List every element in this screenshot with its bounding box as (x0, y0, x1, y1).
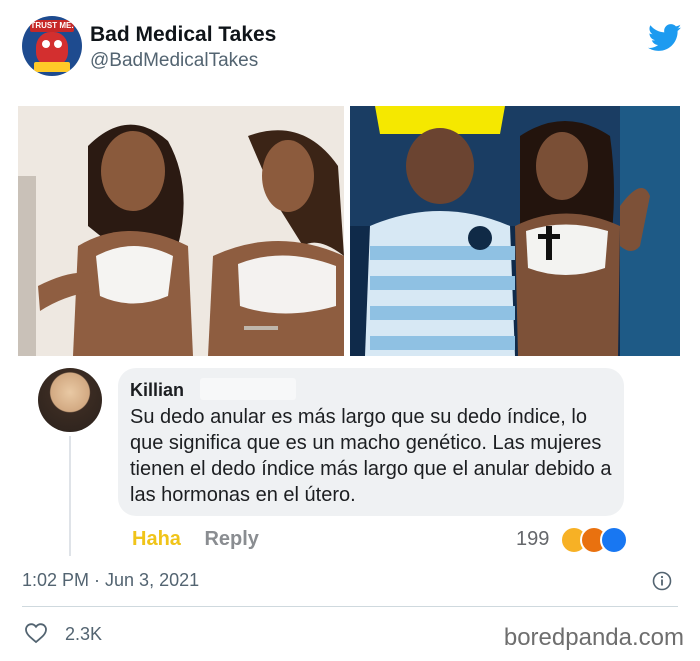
author-block: Bad Medical Takes @BadMedicalTakes (90, 22, 276, 74)
info-icon[interactable] (652, 571, 672, 591)
avatar-face (36, 32, 68, 66)
like-count: 2.3K (65, 624, 103, 644)
author-avatar[interactable]: TRUST ME. (22, 16, 82, 76)
tweet-timestamp[interactable]: 1:02 PM · Jun 3, 2021 (22, 570, 199, 591)
heart-icon (25, 623, 47, 644)
thread-line (69, 436, 71, 556)
haha-action[interactable]: Haha (132, 528, 181, 550)
tweet-photos (18, 106, 680, 356)
tweet-header: TRUST ME. Bad Medical Takes @BadMedicalT… (22, 16, 682, 80)
author-handle[interactable]: @BadMedicalTakes (90, 48, 276, 74)
comment-actions: Haha Reply (132, 528, 259, 551)
photo-left-image (18, 106, 344, 356)
photo-right-image (350, 106, 680, 356)
watermark: boredpanda.com (503, 624, 684, 651)
reply-action[interactable]: Reply (204, 528, 258, 550)
divider (22, 606, 678, 607)
quoted-comment: Killian Su dedo anular es más largo que … (22, 362, 678, 558)
redacted-surname (200, 378, 296, 400)
avatar-badge-bottom (34, 62, 70, 72)
commenter-avatar[interactable] (38, 368, 102, 432)
author-name[interactable]: Bad Medical Takes (90, 22, 276, 48)
comment-bubble: Killian Su dedo anular es más largo que … (118, 368, 624, 516)
twitter-bird-icon (648, 24, 682, 51)
like-icon (600, 526, 628, 554)
like-stat[interactable]: 2.3K (24, 622, 102, 645)
photo-left[interactable] (18, 106, 344, 356)
commenter-name[interactable]: Killian (130, 380, 184, 401)
avatar-badge-text: TRUST ME. (30, 20, 74, 32)
photo-right[interactable] (350, 106, 680, 356)
avatar-eye-right (54, 40, 62, 48)
comment-text: Su dedo anular es más largo que su dedo … (130, 406, 612, 506)
reaction-count: 199 (516, 528, 550, 550)
avatar-eye-left (42, 40, 50, 48)
